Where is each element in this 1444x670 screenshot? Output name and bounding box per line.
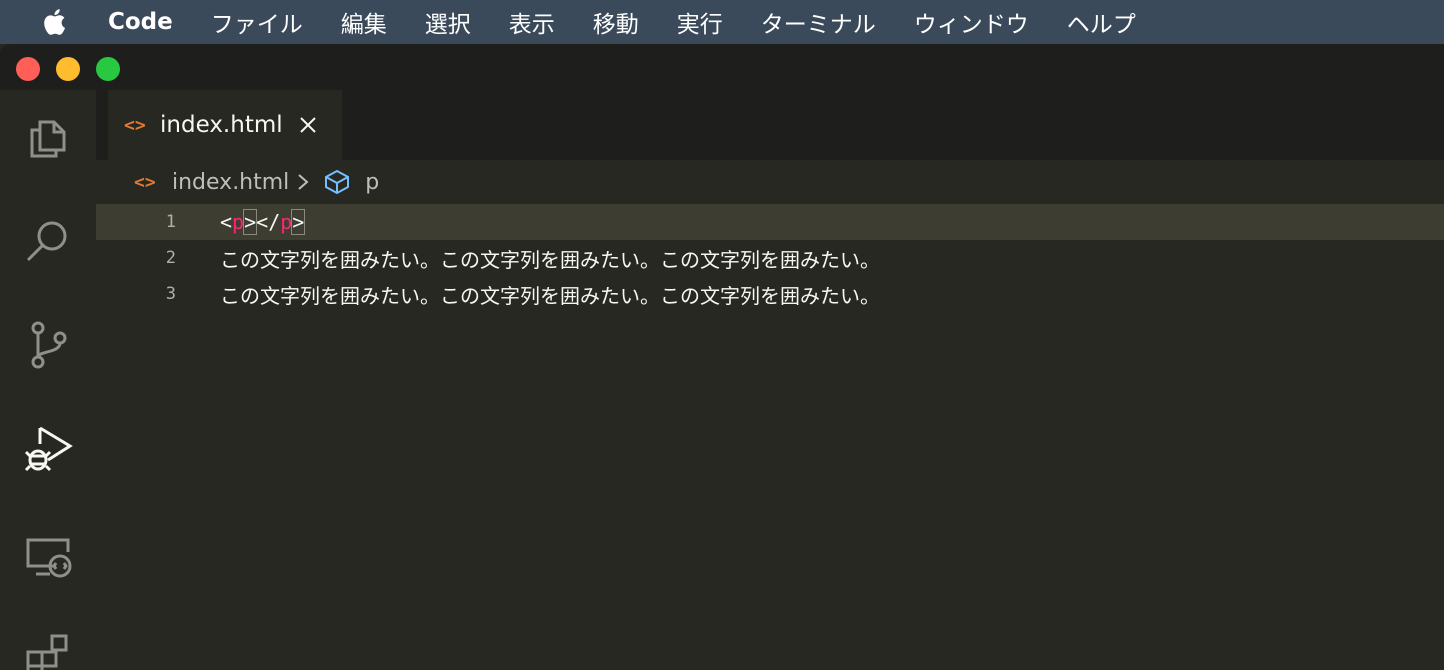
breadcrumb-file[interactable]: index.html bbox=[172, 170, 289, 195]
source-control-icon[interactable] bbox=[22, 318, 74, 370]
menu-edit[interactable]: 編集 bbox=[341, 5, 387, 39]
search-icon[interactable] bbox=[22, 214, 74, 266]
menu-window[interactable]: ウィンドウ bbox=[914, 5, 1029, 39]
close-icon[interactable] bbox=[297, 114, 319, 136]
editor-tab-strip: <> index.html bbox=[96, 90, 1444, 160]
breadcrumb: <> index.html p bbox=[96, 160, 1444, 204]
editor-line[interactable]: 1 <p></p> bbox=[96, 204, 1444, 240]
remote-explorer-icon[interactable] bbox=[22, 530, 74, 582]
code-editor[interactable]: 1 <p></p> 2 この文字列を囲みたい。この文字列を囲みたい。この文字列を… bbox=[96, 204, 1444, 670]
editor-line[interactable]: 2 この文字列を囲みたい。この文字列を囲みたい。この文字列を囲みたい。 bbox=[96, 240, 1444, 276]
code-text: <p></p> bbox=[220, 209, 306, 235]
code-text: この文字列を囲みたい。この文字列を囲みたい。この文字列を囲みたい。 bbox=[220, 283, 880, 308]
html-file-icon: <> bbox=[134, 171, 156, 193]
line-number: 1 bbox=[165, 212, 176, 232]
tag-name: p bbox=[280, 210, 293, 234]
close-window-button[interactable] bbox=[16, 57, 40, 81]
tab-index-html[interactable]: <> index.html bbox=[108, 90, 342, 160]
tag-bracket: < bbox=[256, 210, 269, 234]
menu-view[interactable]: 表示 bbox=[509, 5, 555, 39]
tab-label: index.html bbox=[160, 112, 283, 138]
apple-logo-icon[interactable] bbox=[42, 8, 68, 36]
matched-bracket: > bbox=[243, 209, 258, 235]
element-cube-icon bbox=[323, 168, 351, 196]
tag-slash: / bbox=[268, 210, 281, 234]
html-file-icon: <> bbox=[124, 114, 146, 136]
explorer-icon[interactable] bbox=[22, 110, 74, 162]
menubar-app-name[interactable]: Code bbox=[108, 9, 173, 35]
code-text: この文字列を囲みたい。この文字列を囲みたい。この文字列を囲みたい。 bbox=[220, 247, 880, 272]
zoom-window-button[interactable] bbox=[96, 57, 120, 81]
tag-bracket: < bbox=[220, 210, 233, 234]
menu-terminal[interactable]: ターミナル bbox=[761, 5, 876, 39]
menu-help[interactable]: ヘルプ bbox=[1067, 5, 1136, 39]
menu-file[interactable]: ファイル bbox=[211, 5, 303, 39]
matched-bracket: > bbox=[291, 209, 306, 235]
menu-selection[interactable]: 選択 bbox=[425, 5, 471, 39]
line-number: 3 bbox=[165, 284, 176, 304]
editor-line[interactable]: 3 この文字列を囲みたい。この文字列を囲みたい。この文字列を囲みたい。 bbox=[96, 276, 1444, 312]
minimize-window-button[interactable] bbox=[56, 57, 80, 81]
menu-go[interactable]: 移動 bbox=[593, 5, 639, 39]
run-debug-icon[interactable] bbox=[22, 422, 74, 474]
macos-menubar: Code ファイル 編集 選択 表示 移動 実行 ターミナル ウィンドウ ヘルプ bbox=[0, 0, 1444, 44]
window-titlebar bbox=[0, 44, 1444, 90]
vscode-window: <> index.html <> index.html p 1 <p></p> … bbox=[0, 44, 1444, 670]
line-number: 2 bbox=[165, 248, 176, 268]
activity-bar bbox=[0, 90, 96, 670]
extensions-icon[interactable] bbox=[22, 630, 74, 670]
breadcrumb-element[interactable]: p bbox=[365, 170, 379, 195]
tag-name: p bbox=[232, 210, 245, 234]
chevron-right-icon bbox=[297, 172, 313, 192]
menu-run[interactable]: 実行 bbox=[677, 5, 723, 39]
